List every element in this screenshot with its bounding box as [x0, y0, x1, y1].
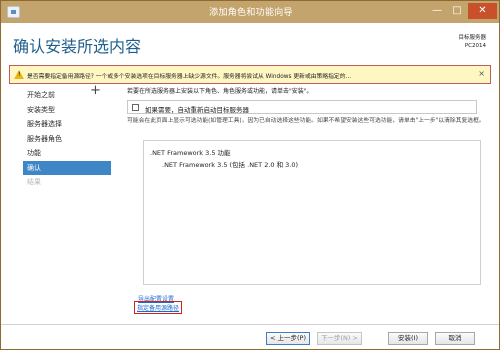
footer-divider: [1, 324, 499, 325]
minimize-button[interactable]: —: [428, 3, 446, 19]
nav-item-installation-type[interactable]: 安装类型: [23, 103, 111, 118]
optional-features-info: 可能会在此页面上显示可选功能(如管理工具)，因为已自动选择这些功能。如果不希望安…: [127, 118, 485, 124]
close-button[interactable]: ✕: [468, 3, 497, 19]
restart-checkbox[interactable]: [132, 104, 139, 111]
target-server-info: 目标服务器 PC2014: [458, 34, 486, 50]
nav-item-confirmation[interactable]: 确认: [23, 160, 111, 175]
page-title: 确认安装所选内容: [13, 37, 142, 56]
cancel-button[interactable]: 取消: [435, 332, 475, 345]
wizard-window: 添加角色和功能向导 — □ ✕ 确认安装所选内容 目标服务器 PC2014 ! …: [0, 0, 500, 350]
wizard-nav: 开始之前 安装类型 服务器选择 服务器角色 功能 确认 结果: [23, 88, 111, 190]
warning-icon: !: [14, 70, 24, 79]
warning-banner: ! 是否需要指定备用源路径? 一个或多个安装选项在目标服务器上缺少源文件。服务器…: [9, 65, 491, 84]
nav-item-server-selection[interactable]: 服务器选择: [23, 117, 111, 132]
nav-item-features[interactable]: 功能: [23, 146, 111, 161]
feature-subitem: .NET Framework 3.5 (包括 .NET 2.0 和 3.0): [162, 161, 299, 169]
target-server-value: PC2014: [464, 43, 486, 49]
warning-text: 是否需要指定备用源路径? 一个或多个安装选项在目标服务器上缺少源文件。服务器将尝…: [27, 74, 352, 80]
alternate-source-link[interactable]: 指定备用源路径: [134, 301, 183, 314]
next-button[interactable]: 下一步(N) >: [317, 332, 362, 345]
window-title: 添加角色和功能向导: [209, 8, 293, 18]
maximize-button[interactable]: □: [448, 3, 466, 19]
install-button[interactable]: 安装(I): [388, 332, 428, 345]
nav-item-server-roles[interactable]: 服务器角色: [23, 132, 111, 147]
main-content: 若要在所选服务器上安装以下角色、角色服务或功能，请单击"安装"。 如果需要，自动…: [127, 88, 491, 124]
previous-button[interactable]: < 上一步(P): [266, 332, 310, 345]
restart-option[interactable]: 如果需要，自动重新启动目标服务器: [127, 100, 477, 114]
nav-item-results: 结果: [27, 178, 41, 186]
cursor-plus-icon: +: [90, 83, 101, 98]
restart-checkbox-label[interactable]: 如果需要，自动重新启动目标服务器: [145, 104, 249, 114]
feature-item: .NET Framework 3.5 功能: [150, 149, 231, 157]
selected-features-list: .NET Framework 3.5 功能 .NET Framework 3.5…: [143, 140, 481, 285]
title-bar: 添加角色和功能向导 — □ ✕: [1, 1, 499, 23]
intro-text: 若要在所选服务器上安装以下角色、角色服务或功能，请单击"安装"。: [127, 88, 313, 95]
warning-close-icon[interactable]: ×: [478, 69, 485, 78]
target-server-label: 目标服务器: [458, 35, 486, 41]
